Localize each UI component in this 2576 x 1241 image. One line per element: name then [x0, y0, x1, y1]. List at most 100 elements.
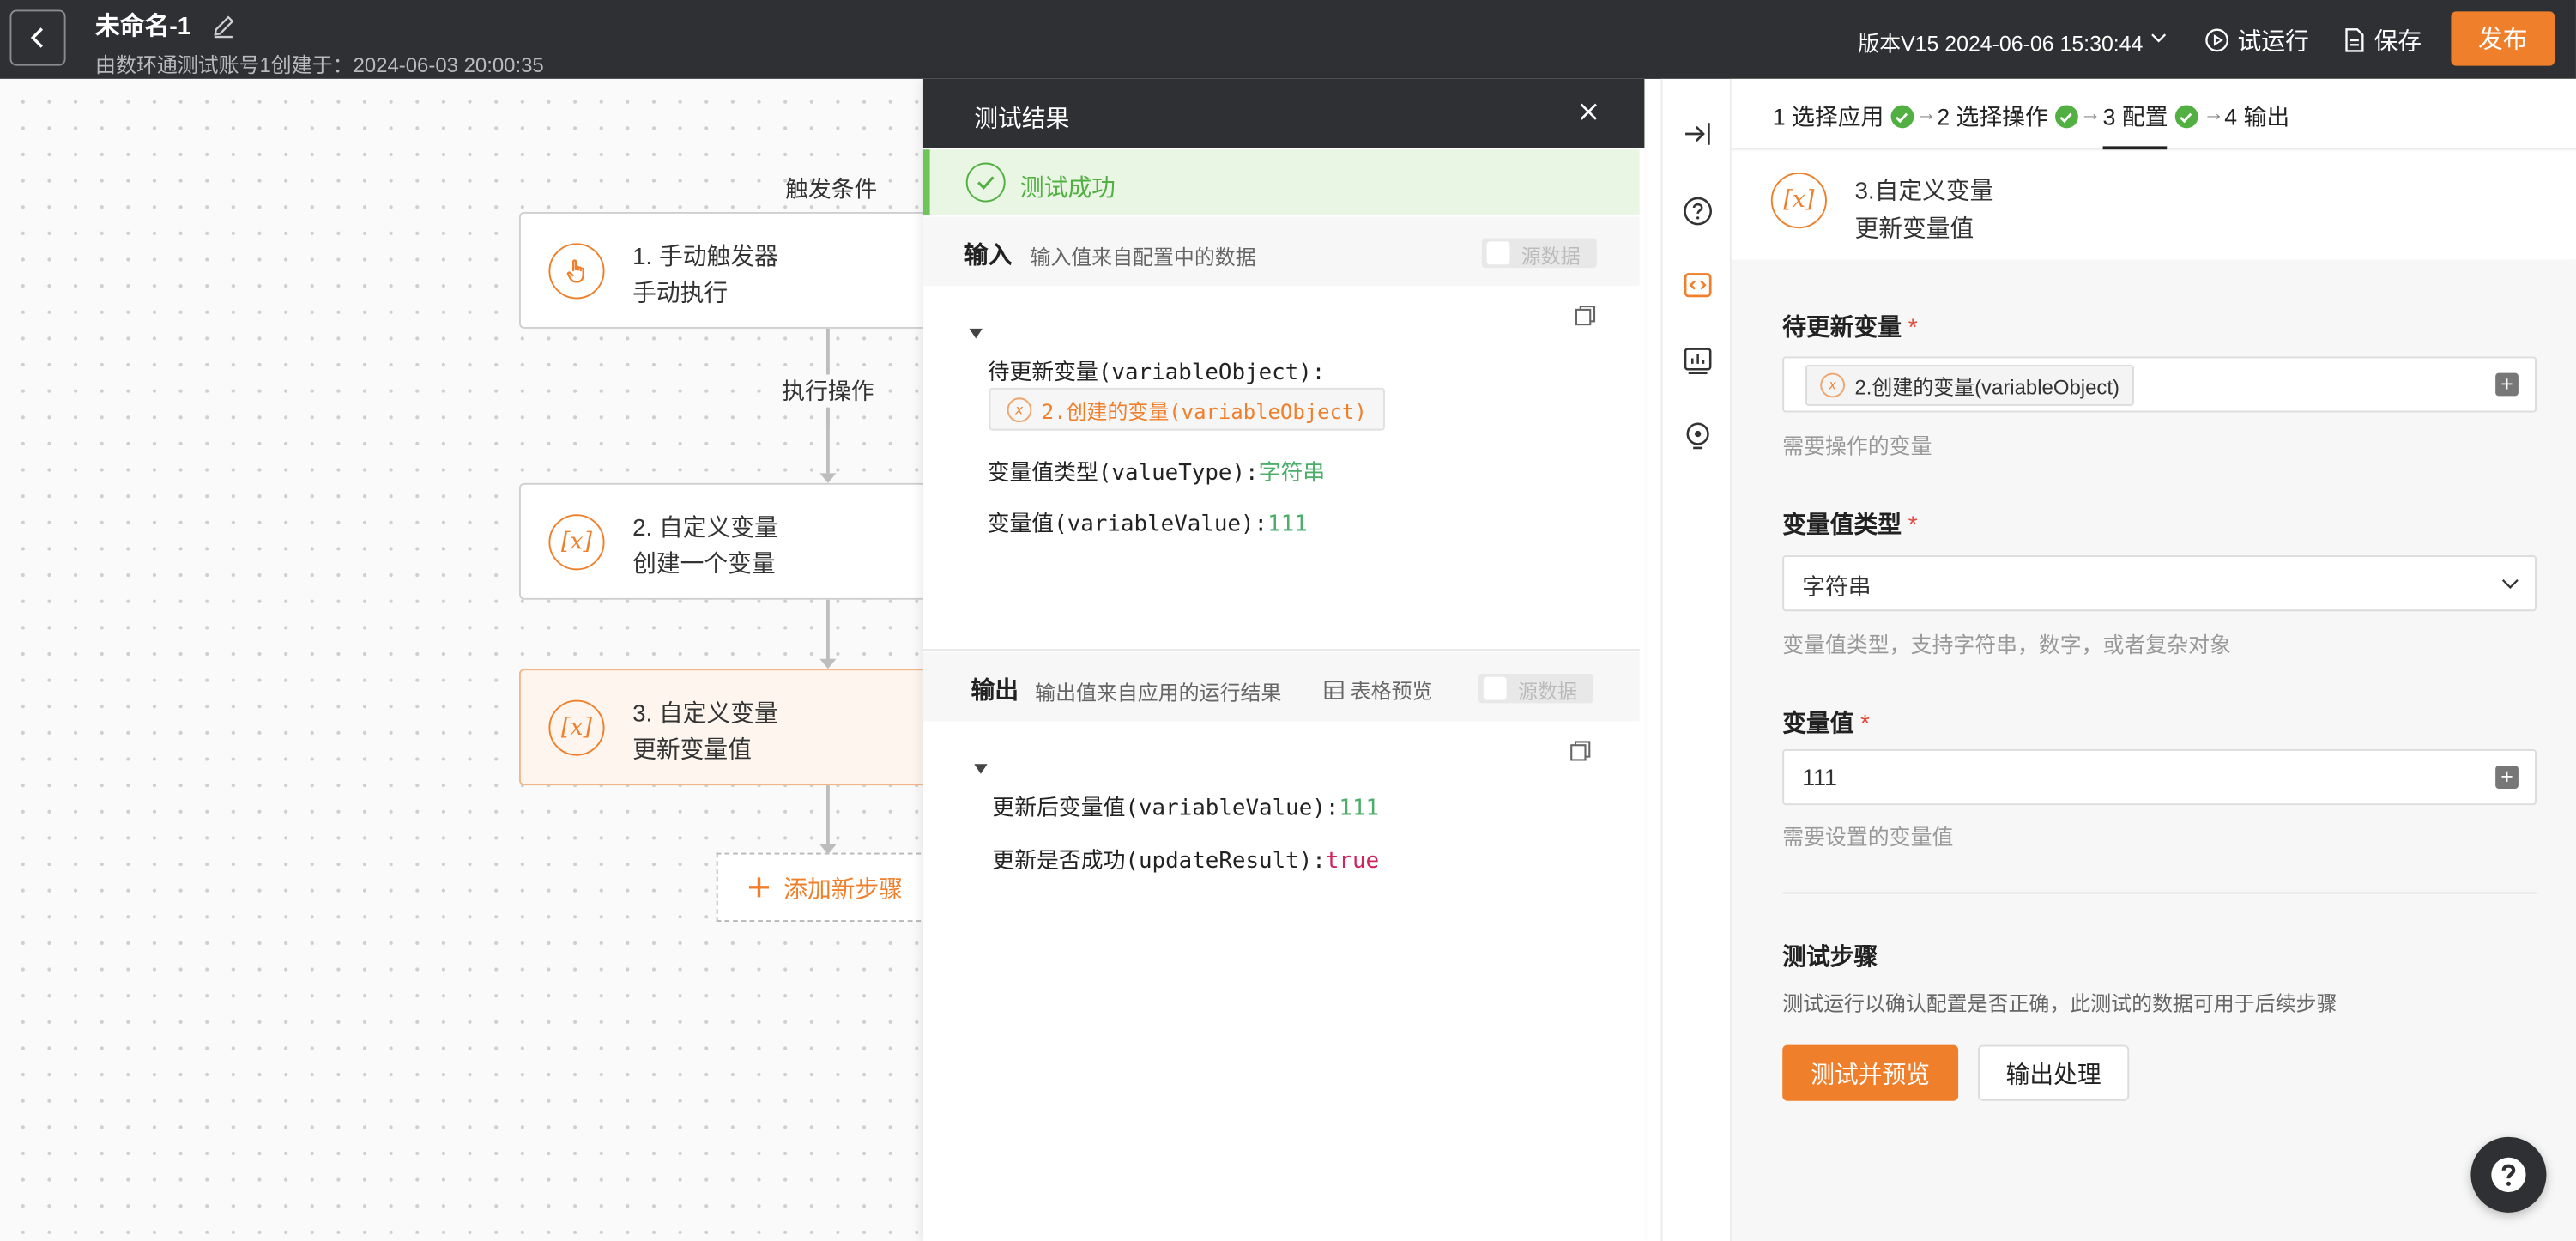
output-processing-button[interactable]: 输出处理 — [1978, 1044, 2130, 1101]
chevron-left-icon — [30, 27, 44, 48]
connector-arrow — [819, 473, 837, 483]
value-type-select[interactable]: 字符串 — [1782, 555, 2537, 612]
node-subtitle: 更新变量值 — [632, 737, 752, 765]
version-selector[interactable]: 版本V15 2024-06-06 15:30:44 — [1858, 27, 2143, 58]
trial-run-button[interactable]: 试运行 — [2204, 23, 2309, 58]
copy-icon[interactable] — [1574, 304, 1597, 327]
test-step-desc: 测试运行以确认配置是否正确，此测试的数据可用于后续步骤 — [1782, 992, 2337, 1016]
divider — [1782, 892, 2537, 894]
chevron-down-icon — [2501, 579, 2519, 590]
step-select-app[interactable]: 1 选择应用 — [1773, 100, 1914, 133]
node-title: 3. 自定义变量 — [632, 701, 778, 729]
toggle-label: 源数据 — [1521, 245, 1581, 269]
config-header: [x] 3.自定义变量 更新变量值 — [1731, 151, 2576, 260]
step-arrow: → — [2080, 100, 2101, 125]
table-preview-button[interactable]: 表格预览 — [1324, 674, 1432, 705]
help-icon — [2491, 1157, 2526, 1192]
help-circle-icon[interactable] — [1682, 196, 1713, 227]
step-label: 3 配置 — [2102, 103, 2168, 130]
flow-node-create-variable[interactable]: [x] 2. 自定义变量 创建一个变量 — [518, 482, 980, 600]
input-desc: 输入值来自配置中的数据 — [1030, 246, 1256, 269]
result-header: 测试结果 — [922, 78, 1645, 148]
connector-line — [825, 785, 829, 848]
table-icon — [1324, 680, 1344, 699]
step-arrow: → — [1915, 100, 1937, 125]
variable-chip[interactable]: x 2.创建的变量(variableObject) — [1805, 365, 2135, 406]
check-icon — [1890, 105, 1914, 129]
save-label: 保存 — [2373, 29, 2422, 57]
back-button[interactable] — [9, 9, 66, 66]
play-circle-icon — [2205, 28, 2228, 52]
toggle-label: 源数据 — [1517, 680, 1577, 704]
help-floating-button[interactable] — [2470, 1136, 2547, 1213]
variable-field[interactable]: x 2.创建的变量(variableObject) + — [1782, 356, 2537, 413]
source-data-toggle[interactable]: 源数据 — [1478, 673, 1594, 704]
trigger-label: 触发条件 — [785, 175, 878, 203]
insert-variable-icon[interactable]: + — [2495, 765, 2519, 789]
test-and-preview-button[interactable]: 测试并预览 — [1782, 1044, 1959, 1101]
success-text: 测试成功 — [1019, 175, 1116, 203]
collapse-right-icon[interactable] — [1682, 118, 1713, 149]
variable-value-input[interactable]: 111 + — [1782, 749, 2537, 806]
output-desc: 输出值来自应用的运行结果 — [1035, 681, 1282, 705]
step-select-action[interactable]: 2 选择操作 — [1937, 100, 2078, 133]
chip-label: 2.创建的变量(variableObject) — [1854, 376, 2120, 400]
chart-panel-icon[interactable] — [1682, 345, 1713, 376]
insert-variable-icon[interactable]: + — [2495, 372, 2519, 397]
close-icon[interactable] — [1577, 100, 1600, 124]
location-pin-icon[interactable] — [1682, 421, 1713, 451]
input-title: 输入 — [964, 243, 1013, 269]
publish-button[interactable]: 发布 — [2451, 11, 2555, 66]
table-preview-label: 表格预览 — [1350, 680, 1433, 704]
step-label: 1 选择应用 — [1772, 103, 1884, 130]
node-title: 2. 自定义变量 — [632, 516, 778, 542]
field-label-value-type: 变量值类型 * — [1782, 506, 1917, 541]
toggle-knob — [1483, 676, 1507, 700]
step-arrow: → — [2203, 100, 2224, 125]
connector-line — [825, 599, 829, 661]
result-title: 测试结果 — [974, 106, 1070, 134]
required-mark: * — [1908, 315, 1918, 342]
test-step-title: 测试步骤 — [1782, 944, 1878, 972]
save-button[interactable]: 保存 — [2343, 23, 2422, 58]
collapse-triangle-icon[interactable] — [969, 328, 983, 339]
variable-icon: x — [1007, 397, 1032, 422]
select-value: 字符串 — [1802, 573, 1872, 600]
flow-node-trigger[interactable]: 1. 手动触发器 手动执行 — [518, 211, 980, 329]
hand-pointer-icon — [548, 243, 605, 300]
edit-icon[interactable] — [210, 13, 237, 39]
step-output[interactable]: 4 输出 — [2224, 100, 2289, 133]
collapse-triangle-icon[interactable] — [974, 764, 988, 774]
copy-icon[interactable] — [1569, 740, 1592, 763]
plus-icon — [749, 877, 769, 898]
flow-canvas[interactable]: 触发条件 1. 手动触发器 手动执行 执行操作 [x] 2. 自定义变量 创建一… — [0, 78, 980, 1241]
check-circle-icon — [965, 162, 1006, 203]
check-icon — [2174, 105, 2198, 129]
field-label-variable: 待更新变量 * — [1782, 309, 1917, 343]
config-action-name: 更新变量值 — [1854, 216, 1974, 244]
toggle-knob — [1486, 241, 1510, 265]
source-data-toggle[interactable]: 源数据 — [1481, 238, 1597, 269]
variable-icon: x — [1820, 372, 1845, 398]
variable-icon: [x] — [548, 699, 605, 756]
flow-node-update-variable[interactable]: [x] 3. 自定义变量 更新变量值 — [518, 669, 980, 786]
output-line-variable-value: 更新后变量值(variableValue):111 — [992, 789, 1379, 822]
steps-bar: 1 选择应用 → 2 选择操作 → 3 配置 → 4 输出 — [1731, 78, 2576, 150]
arrow-right-icon: → — [1915, 100, 1938, 125]
section-divider — [922, 649, 1640, 651]
action-label: 执行操作 — [778, 374, 878, 408]
output-section-header: 输出 输出值来自应用的运行结果 表格预览 源数据 — [922, 652, 1640, 722]
chevron-down-icon[interactable] — [2149, 28, 2168, 48]
step-label: 4 输出 — [2224, 103, 2290, 130]
output-line-update-result: 更新是否成功(updateResult):true — [992, 841, 1379, 875]
connector-line — [825, 407, 829, 474]
variable-icon: [x] — [548, 514, 605, 571]
node-subtitle: 创建一个变量 — [632, 552, 776, 578]
step-configure[interactable]: 3 配置 — [2103, 100, 2198, 133]
label-text: 变量值 — [1782, 711, 1854, 738]
chip-label: 2.创建的变量(variableObject) — [1041, 398, 1367, 423]
code-panel-icon[interactable] — [1682, 269, 1713, 300]
node-title: 1. 手动触发器 — [632, 245, 778, 271]
variable-reference-chip: x 2.创建的变量(variableObject) — [989, 387, 1385, 431]
label-text: 变量值类型 — [1782, 512, 1902, 539]
